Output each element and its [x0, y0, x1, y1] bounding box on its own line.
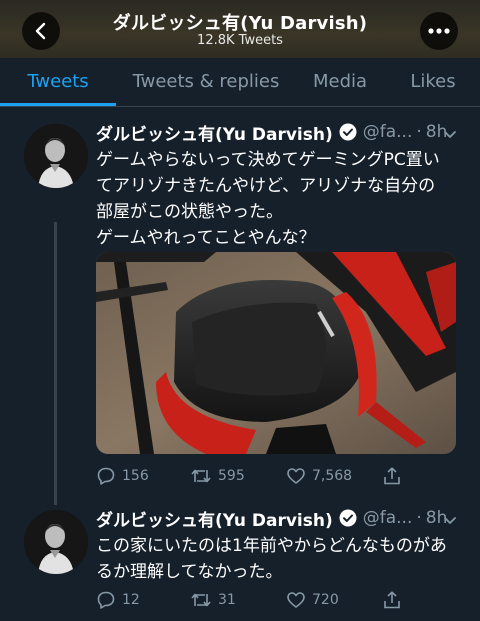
active-tab-indicator: [0, 103, 116, 106]
tab-tweets-replies[interactable]: Tweets & replies: [120, 58, 292, 106]
reply-button[interactable]: 156: [96, 464, 149, 488]
like-count: 720: [312, 592, 339, 608]
share-button[interactable]: [382, 464, 408, 488]
share-icon: [384, 467, 400, 485]
share-button[interactable]: [382, 588, 408, 612]
author-name[interactable]: ダルビッシュ有(Yu Darvish): [96, 120, 333, 145]
tweet-actions: 12 31 720: [96, 588, 456, 612]
retweet-button[interactable]: 595: [190, 464, 245, 488]
author-name[interactable]: ダルビッシュ有(Yu Darvish): [96, 506, 333, 531]
reply-icon: [97, 591, 115, 609]
tab-likes[interactable]: Likes: [392, 58, 474, 106]
tweet-text: ゲームやらないって決めてゲーミングPC置い てアリゾナきたんやけど、アリゾナな自…: [96, 147, 466, 251]
verified-icon: [339, 509, 357, 527]
tweet-text-line: るか理解してなかった。: [96, 562, 283, 582]
tweet-actions: 156 595 7,568: [96, 464, 456, 488]
retweet-count: 31: [218, 592, 236, 608]
chevron-down-icon[interactable]: [442, 512, 458, 528]
avatar[interactable]: [24, 124, 88, 188]
tweet-text: この家にいたのは1年前やからどんなものがあ るか理解してなかった。: [96, 533, 466, 585]
reply-count: 12: [122, 592, 140, 608]
author-handle[interactable]: @fa...: [363, 508, 413, 528]
like-count: 7,568: [312, 468, 353, 484]
retweet-icon: [191, 469, 211, 483]
retweet-icon: [191, 593, 211, 607]
like-icon: [287, 592, 305, 608]
gaming-chair-photo: [96, 252, 456, 454]
profile-name-title: ダルビッシュ有(Yu Darvish): [112, 13, 368, 34]
separator-dot: ·: [416, 122, 422, 142]
retweet-count: 595: [218, 468, 245, 484]
tweet-count: 12.8K Tweets: [197, 33, 283, 48]
tweet-text-line: この家にいたのは1年前やからどんなものがあ: [96, 536, 447, 556]
profile-header: ダルビッシュ有(Yu Darvish) 12.8K Tweets: [0, 0, 480, 58]
reply-count: 156: [122, 468, 149, 484]
verified-icon: [339, 123, 357, 141]
tweet-text-line: ゲームやれってことやんな？: [96, 228, 316, 248]
more-icon: [428, 28, 450, 34]
avatar-photo: [24, 510, 88, 574]
profile-tabs: Tweets Tweets & replies Media Likes: [0, 58, 480, 107]
avatar-photo: [24, 124, 88, 188]
author-handle[interactable]: @fa...: [363, 122, 413, 142]
tweet-text-line: てアリゾナきたんやけど、アリゾナな自分の: [96, 176, 436, 196]
retweet-button[interactable]: 31: [190, 588, 236, 612]
chevron-down-icon[interactable]: [442, 126, 458, 142]
tweet[interactable]: ダルビッシュ有(Yu Darvish) @fa... · 8h この家にいたのは…: [0, 504, 480, 621]
tweet[interactable]: ダルビッシュ有(Yu Darvish) @fa... · 8h ゲームやらないっ…: [0, 108, 480, 504]
tweet-media-image[interactable]: [96, 252, 456, 454]
reply-button[interactable]: 12: [96, 588, 140, 612]
like-icon: [287, 468, 305, 484]
like-button[interactable]: 720: [286, 588, 339, 612]
tweet-text-line: 部屋がこの状態やった。: [96, 202, 283, 222]
tab-tweets[interactable]: Tweets: [0, 58, 116, 106]
reply-icon: [97, 467, 115, 485]
tab-media[interactable]: Media: [296, 58, 384, 106]
share-icon: [384, 591, 400, 609]
separator-dot: ·: [416, 508, 422, 528]
tweet-header: ダルビッシュ有(Yu Darvish) @fa... · 8h: [96, 120, 447, 145]
tweet-text-line: ゲームやらないって決めてゲーミングPC置い: [96, 150, 440, 170]
like-button[interactable]: 7,568: [286, 464, 352, 488]
avatar[interactable]: [24, 510, 88, 574]
tweet-header: ダルビッシュ有(Yu Darvish) @fa... · 8h: [96, 506, 447, 531]
more-button[interactable]: [420, 12, 458, 50]
